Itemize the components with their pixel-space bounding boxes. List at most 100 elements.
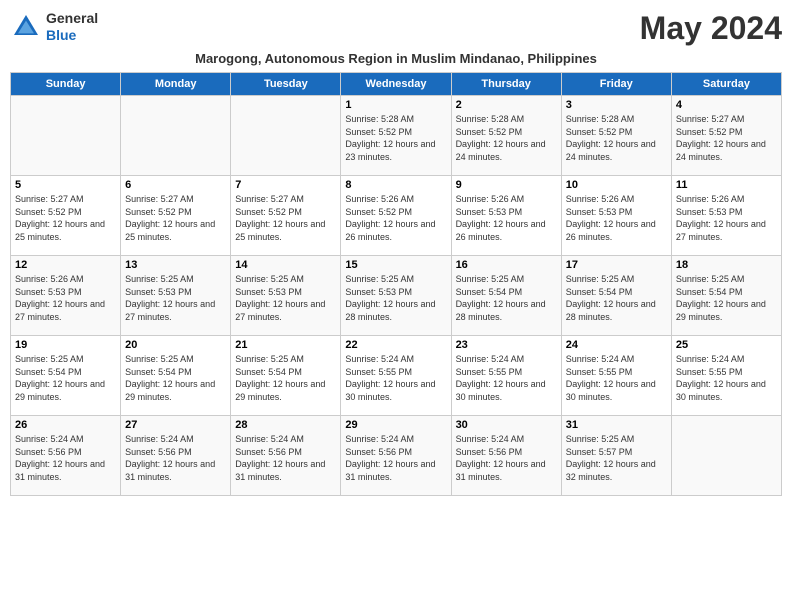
week-row: 19 Sunrise: 5:25 AMSunset: 5:54 PMDayligh…	[11, 336, 782, 416]
day-number: 13	[125, 259, 226, 271]
day-number: 4	[676, 99, 777, 111]
day-number: 29	[345, 419, 446, 431]
day-header-thursday: Thursday	[451, 73, 561, 96]
day-number: 14	[235, 259, 336, 271]
day-info: Sunrise: 5:25 AMSunset: 5:54 PMDaylight:…	[125, 353, 226, 403]
day-info: Sunrise: 5:24 AMSunset: 5:55 PMDaylight:…	[345, 353, 446, 403]
calendar-cell: 1 Sunrise: 5:28 AMSunset: 5:52 PMDaylight…	[341, 96, 451, 176]
week-row: 26 Sunrise: 5:24 AMSunset: 5:56 PMDayligh…	[11, 416, 782, 496]
calendar-cell: 28 Sunrise: 5:24 AMSunset: 5:56 PMDayligh…	[231, 416, 341, 496]
day-info: Sunrise: 5:24 AMSunset: 5:55 PMDaylight:…	[456, 353, 557, 403]
day-info: Sunrise: 5:26 AMSunset: 5:53 PMDaylight:…	[15, 273, 116, 323]
day-info: Sunrise: 5:27 AMSunset: 5:52 PMDaylight:…	[676, 113, 777, 163]
calendar-cell: 13 Sunrise: 5:25 AMSunset: 5:53 PMDayligh…	[121, 256, 231, 336]
day-number: 9	[456, 179, 557, 191]
day-info: Sunrise: 5:25 AMSunset: 5:53 PMDaylight:…	[345, 273, 446, 323]
calendar-cell: 21Sunrise: 5:25 AMSunset: 5:54 PMDayligh…	[231, 336, 341, 416]
calendar-cell: 17 Sunrise: 5:25 AMSunset: 5:54 PMDayligh…	[561, 256, 671, 336]
day-number: 27	[125, 419, 226, 431]
logo-general: General	[46, 10, 98, 27]
day-number: 18	[676, 259, 777, 271]
day-info: Sunrise: 5:24 AMSunset: 5:55 PMDaylight:…	[676, 353, 777, 403]
calendar-cell: 11Sunrise: 5:26 AMSunset: 5:53 PMDayligh…	[671, 176, 781, 256]
day-number: 16	[456, 259, 557, 271]
day-info: Sunrise: 5:24 AMSunset: 5:56 PMDaylight:…	[345, 433, 446, 483]
day-number: 24	[566, 339, 667, 351]
calendar-cell: 12 Sunrise: 5:26 AMSunset: 5:53 PMDayligh…	[11, 256, 121, 336]
day-number: 22	[345, 339, 446, 351]
day-info: Sunrise: 5:26 AMSunset: 5:52 PMDaylight:…	[345, 193, 446, 243]
calendar-cell: 20 Sunrise: 5:25 AMSunset: 5:54 PMDayligh…	[121, 336, 231, 416]
day-number: 1	[345, 99, 446, 111]
day-info: Sunrise: 5:25 AMSunset: 5:54 PMDaylight:…	[676, 273, 777, 323]
week-row: 1 Sunrise: 5:28 AMSunset: 5:52 PMDaylight…	[11, 96, 782, 176]
calendar-cell: 24 Sunrise: 5:24 AMSunset: 5:55 PMDayligh…	[561, 336, 671, 416]
day-info: Sunrise: 5:25 AMSunset: 5:53 PMDaylight:…	[235, 273, 336, 323]
day-info: Sunrise: 5:26 AMSunset: 5:53 PMDaylight:…	[456, 193, 557, 243]
day-number: 20	[125, 339, 226, 351]
calendar-cell: 29 Sunrise: 5:24 AMSunset: 5:56 PMDayligh…	[341, 416, 451, 496]
calendar-cell: 22 Sunrise: 5:24 AMSunset: 5:55 PMDayligh…	[341, 336, 451, 416]
header-row: SundayMondayTuesdayWednesdayThursdayFrid…	[11, 73, 782, 96]
day-number: 17	[566, 259, 667, 271]
calendar-cell: 31Sunrise: 5:25 AMSunset: 5:57 PMDayligh…	[561, 416, 671, 496]
day-number: 10	[566, 179, 667, 191]
day-number: 12	[15, 259, 116, 271]
calendar-cell: 4 Sunrise: 5:27 AMSunset: 5:52 PMDaylight…	[671, 96, 781, 176]
calendar-cell: 8 Sunrise: 5:26 AMSunset: 5:52 PMDaylight…	[341, 176, 451, 256]
calendar-cell: 25 Sunrise: 5:24 AMSunset: 5:55 PMDayligh…	[671, 336, 781, 416]
calendar-cell: 26Sunrise: 5:24 AMSunset: 5:56 PMDayligh…	[11, 416, 121, 496]
logo-blue: Blue	[46, 27, 98, 44]
calendar-table: SundayMondayTuesdayWednesdayThursdayFrid…	[10, 72, 782, 496]
page-header: General Blue May 2024	[10, 10, 782, 47]
calendar-cell: 10 Sunrise: 5:26 AMSunset: 5:53 PMDayligh…	[561, 176, 671, 256]
day-info: Sunrise: 5:26 AMSunset: 5:53 PMDaylight:…	[566, 193, 667, 243]
day-info: Sunrise: 5:28 AMSunset: 5:52 PMDaylight:…	[345, 113, 446, 163]
calendar-cell: 14 Sunrise: 5:25 AMSunset: 5:53 PMDayligh…	[231, 256, 341, 336]
calendar-cell: 7Sunrise: 5:27 AMSunset: 5:52 PMDaylight…	[231, 176, 341, 256]
calendar-cell	[121, 96, 231, 176]
day-number: 21	[235, 339, 336, 351]
calendar-cell	[231, 96, 341, 176]
day-number: 25	[676, 339, 777, 351]
day-header-tuesday: Tuesday	[231, 73, 341, 96]
day-number: 6	[125, 179, 226, 191]
day-info: Sunrise: 5:28 AMSunset: 5:52 PMDaylight:…	[456, 113, 557, 163]
day-info: Sunrise: 5:24 AMSunset: 5:56 PMDaylight:…	[235, 433, 336, 483]
calendar-cell: 15 Sunrise: 5:25 AMSunset: 5:53 PMDayligh…	[341, 256, 451, 336]
calendar-cell: 16 Sunrise: 5:25 AMSunset: 5:54 PMDayligh…	[451, 256, 561, 336]
day-header-friday: Friday	[561, 73, 671, 96]
day-header-saturday: Saturday	[671, 73, 781, 96]
day-number: 31	[566, 419, 667, 431]
day-number: 15	[345, 259, 446, 271]
day-header-monday: Monday	[121, 73, 231, 96]
day-info: Sunrise: 5:25 AMSunset: 5:54 PMDaylight:…	[15, 353, 116, 403]
logo-icon	[10, 11, 42, 43]
day-info: Sunrise: 5:25 AMSunset: 5:54 PMDaylight:…	[566, 273, 667, 323]
month-title: May 2024	[640, 10, 782, 47]
day-info: Sunrise: 5:24 AMSunset: 5:56 PMDaylight:…	[456, 433, 557, 483]
calendar-cell: 3Sunrise: 5:28 AMSunset: 5:52 PMDaylight…	[561, 96, 671, 176]
calendar-cell: 2 Sunrise: 5:28 AMSunset: 5:52 PMDaylight…	[451, 96, 561, 176]
calendar-cell	[671, 416, 781, 496]
calendar-cell: 30Sunrise: 5:24 AMSunset: 5:56 PMDayligh…	[451, 416, 561, 496]
day-info: Sunrise: 5:24 AMSunset: 5:56 PMDaylight:…	[125, 433, 226, 483]
day-info: Sunrise: 5:24 AMSunset: 5:55 PMDaylight:…	[566, 353, 667, 403]
day-number: 23	[456, 339, 557, 351]
day-number: 28	[235, 419, 336, 431]
day-info: Sunrise: 5:25 AMSunset: 5:54 PMDaylight:…	[456, 273, 557, 323]
calendar-cell: 6Sunrise: 5:27 AMSunset: 5:52 PMDaylight…	[121, 176, 231, 256]
day-info: Sunrise: 5:27 AMSunset: 5:52 PMDaylight:…	[15, 193, 116, 243]
day-info: Sunrise: 5:28 AMSunset: 5:52 PMDaylight:…	[566, 113, 667, 163]
day-number: 26	[15, 419, 116, 431]
day-header-wednesday: Wednesday	[341, 73, 451, 96]
day-number: 2	[456, 99, 557, 111]
day-number: 19	[15, 339, 116, 351]
calendar-cell: 19 Sunrise: 5:25 AMSunset: 5:54 PMDayligh…	[11, 336, 121, 416]
calendar-cell: 27 Sunrise: 5:24 AMSunset: 5:56 PMDayligh…	[121, 416, 231, 496]
calendar-cell: 18 Sunrise: 5:25 AMSunset: 5:54 PMDayligh…	[671, 256, 781, 336]
logo: General Blue	[10, 10, 98, 44]
day-info: Sunrise: 5:25 AMSunset: 5:53 PMDaylight:…	[125, 273, 226, 323]
day-number: 8	[345, 179, 446, 191]
day-number: 5	[15, 179, 116, 191]
